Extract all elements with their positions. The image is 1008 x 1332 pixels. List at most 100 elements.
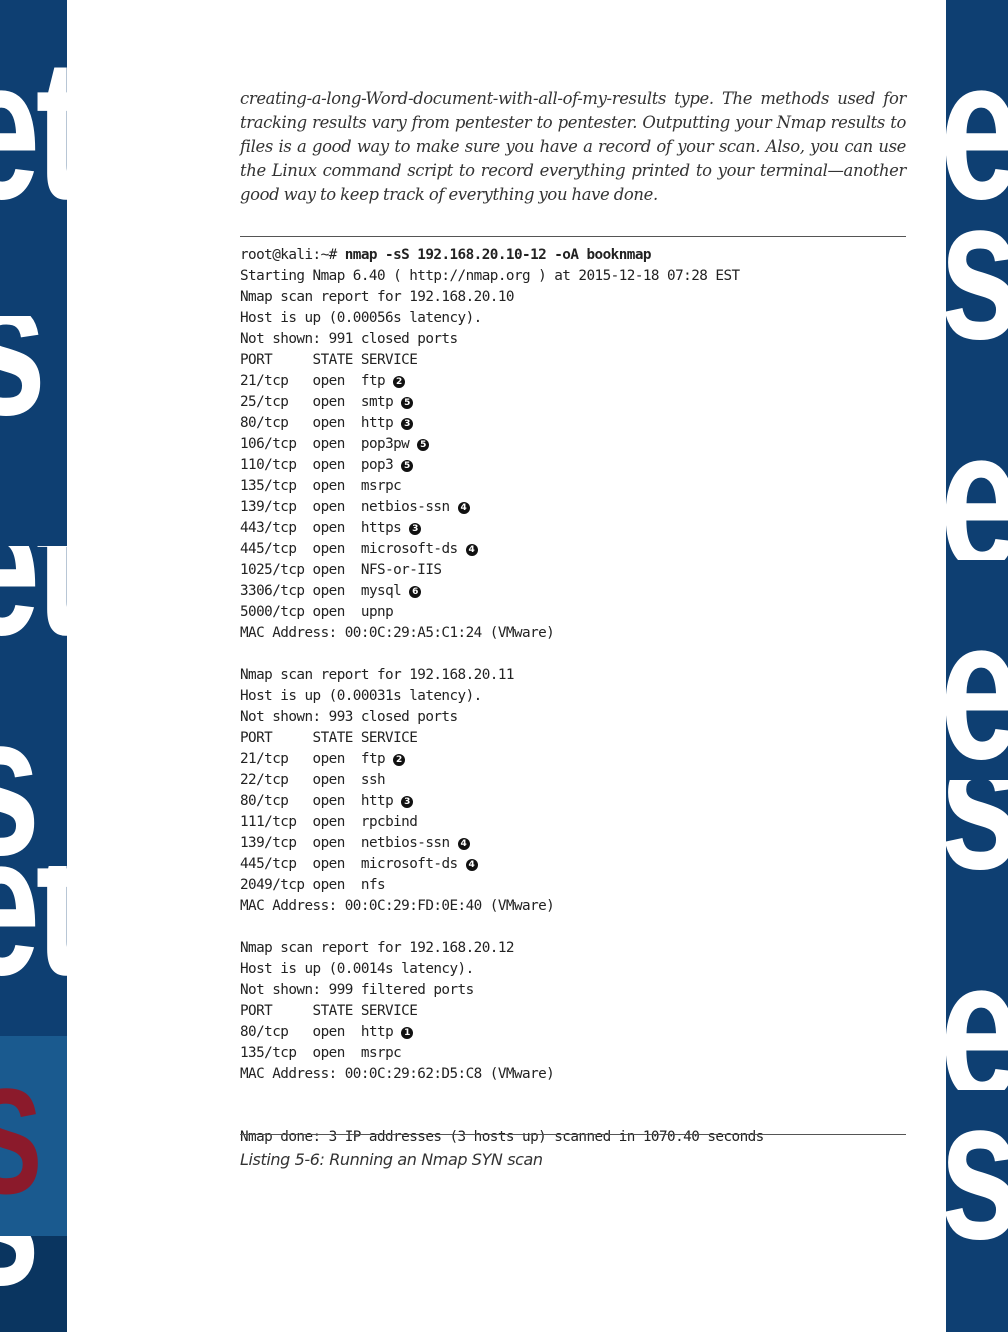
right-background-panel: et s et et s et s bbox=[946, 0, 1008, 1332]
right-tile-glyph: s bbox=[946, 1090, 1008, 1270]
port-row: 2049/tcp open nfs bbox=[240, 877, 386, 893]
port-table-header: PORT STATE SERVICE bbox=[240, 352, 418, 368]
left-tile-glyph: s bbox=[0, 706, 40, 866]
not-shown-line: Not shown: 993 closed ports bbox=[240, 709, 458, 725]
port-service: rpcbind bbox=[360, 814, 418, 830]
not-shown-line: Not shown: 991 closed ports bbox=[240, 331, 458, 347]
port-state: open bbox=[312, 751, 346, 767]
port-number: 5000/tcp bbox=[240, 604, 305, 620]
left-tile-glyph: s bbox=[0, 1236, 40, 1316]
port-row: 5000/tcp open upnp bbox=[240, 604, 394, 620]
port-row: 21/tcp open ftp 2 bbox=[240, 751, 406, 767]
mac-address-line: MAC Address: 00:0C:29:FD:0E:40 (VMware) bbox=[240, 898, 555, 914]
shell-prompt: root@kali:~# bbox=[240, 247, 345, 263]
right-tile-3: et bbox=[946, 380, 1008, 561]
port-number: 445/tcp bbox=[240, 541, 297, 557]
right-tile-1: et bbox=[946, 0, 1008, 230]
port-state: open bbox=[312, 478, 346, 494]
port-service: msrpc bbox=[360, 1045, 402, 1061]
listing-caption: Listing 5-6: Running an Nmap SYN scan bbox=[240, 1150, 543, 1169]
port-state: open bbox=[312, 394, 346, 410]
port-state: open bbox=[312, 835, 346, 851]
port-service: ftp bbox=[360, 751, 386, 767]
port-row: 445/tcp open microsoft-ds 4 bbox=[240, 856, 478, 872]
port-row: 443/tcp open https 3 bbox=[240, 520, 422, 536]
callout-marker: 2 bbox=[393, 754, 406, 766]
right-tile-glyph: et bbox=[946, 400, 1008, 561]
port-number: 80/tcp bbox=[240, 415, 289, 431]
left-tile-5: et bbox=[0, 866, 67, 1036]
port-service: netbios-ssn bbox=[360, 835, 450, 851]
port-row: 80/tcp open http 3 bbox=[240, 415, 414, 431]
port-state: open bbox=[312, 520, 346, 536]
callout-marker: 5 bbox=[401, 397, 414, 409]
port-number: 443/tcp bbox=[240, 520, 297, 536]
book-page: creating-a-long-Word-document-with-all-o… bbox=[67, 0, 946, 1332]
intro-paragraph: creating-a-long-Word-document-with-all-o… bbox=[240, 89, 906, 204]
callout-marker: 1 bbox=[401, 1027, 414, 1039]
port-number: 445/tcp bbox=[240, 856, 297, 872]
port-service: http bbox=[360, 793, 394, 809]
port-state: open bbox=[312, 541, 346, 557]
port-number: 110/tcp bbox=[240, 457, 297, 473]
left-tile-4: s bbox=[0, 706, 67, 866]
port-state: open bbox=[312, 562, 346, 578]
scan-report-line: Nmap scan report for 192.168.20.11 bbox=[240, 667, 515, 683]
port-service: pop3pw bbox=[360, 436, 410, 452]
listing-bottom-rule bbox=[240, 1134, 906, 1135]
callout-marker: 6 bbox=[409, 586, 422, 598]
port-row: 3306/tcp open mysql 6 bbox=[240, 583, 422, 599]
right-tile-glyph: et bbox=[946, 30, 1008, 230]
left-tile-glyph: s bbox=[0, 316, 46, 446]
callout-marker: 3 bbox=[409, 523, 422, 535]
port-row: 135/tcp open msrpc bbox=[240, 1045, 402, 1061]
port-state: open bbox=[312, 499, 346, 515]
host-reports: Nmap scan report for 192.168.20.10 Host … bbox=[240, 289, 555, 1082]
right-tile-7: s bbox=[946, 1090, 1008, 1332]
port-number: 21/tcp bbox=[240, 751, 289, 767]
host-up-line: Host is up (0.00031s latency). bbox=[240, 688, 482, 704]
host-up-line: Host is up (0.00056s latency). bbox=[240, 310, 482, 326]
port-number: 135/tcp bbox=[240, 478, 297, 494]
port-service: http bbox=[360, 415, 394, 431]
port-state: open bbox=[312, 793, 346, 809]
right-tile-2: s bbox=[946, 230, 1008, 380]
port-service: upnp bbox=[360, 604, 394, 620]
port-service: mysql bbox=[360, 583, 402, 599]
port-number: 80/tcp bbox=[240, 793, 289, 809]
code-listing: root@kali:~# nmap -sS 192.168.20.10-12 -… bbox=[240, 245, 764, 1148]
right-tile-glyph: s bbox=[946, 230, 1008, 370]
port-service: ftp bbox=[360, 373, 386, 389]
callout-marker: 2 bbox=[393, 376, 406, 388]
host-report: Nmap scan report for 192.168.20.10 Host … bbox=[240, 289, 555, 641]
port-service: NFS-or-IIS bbox=[360, 562, 442, 578]
callout-marker: 5 bbox=[401, 460, 414, 472]
callout-marker: 3 bbox=[401, 418, 414, 430]
port-row: 110/tcp open pop3 5 bbox=[240, 457, 414, 473]
port-service: http bbox=[360, 1024, 394, 1040]
port-row: 1025/tcp open NFS-or-IIS bbox=[240, 562, 442, 578]
scan-report-line: Nmap scan report for 192.168.20.10 bbox=[240, 289, 515, 305]
port-service: https bbox=[360, 520, 402, 536]
port-state: open bbox=[312, 415, 346, 431]
port-row: 80/tcp open http 1 bbox=[240, 1024, 414, 1040]
port-service: smtp bbox=[360, 394, 394, 410]
left-tile-1: et bbox=[0, 0, 67, 316]
start-line: Starting Nmap 6.40 ( http://nmap.org ) a… bbox=[240, 268, 740, 284]
right-tile-glyph: et bbox=[946, 590, 1008, 781]
callout-marker: 4 bbox=[457, 838, 470, 850]
port-row: 139/tcp open netbios-ssn 4 bbox=[240, 499, 470, 515]
port-table-header: PORT STATE SERVICE bbox=[240, 1003, 418, 1019]
mac-address-line: MAC Address: 00:0C:29:A5:C1:24 (VMware) bbox=[240, 625, 555, 641]
port-number: 111/tcp bbox=[240, 814, 297, 830]
right-tile-glyph: s bbox=[946, 780, 1008, 890]
left-tile-glyph: et bbox=[0, 546, 67, 666]
port-state: open bbox=[312, 814, 346, 830]
port-service: nfs bbox=[360, 877, 386, 893]
right-tile-4: et bbox=[946, 560, 1008, 781]
right-tile-6: et bbox=[946, 890, 1008, 1091]
not-shown-line: Not shown: 999 filtered ports bbox=[240, 982, 474, 998]
port-service: msrpc bbox=[360, 478, 402, 494]
port-row: 21/tcp open ftp 2 bbox=[240, 373, 406, 389]
done-line: Nmap done: 3 IP addresses (3 hosts up) s… bbox=[240, 1129, 764, 1145]
